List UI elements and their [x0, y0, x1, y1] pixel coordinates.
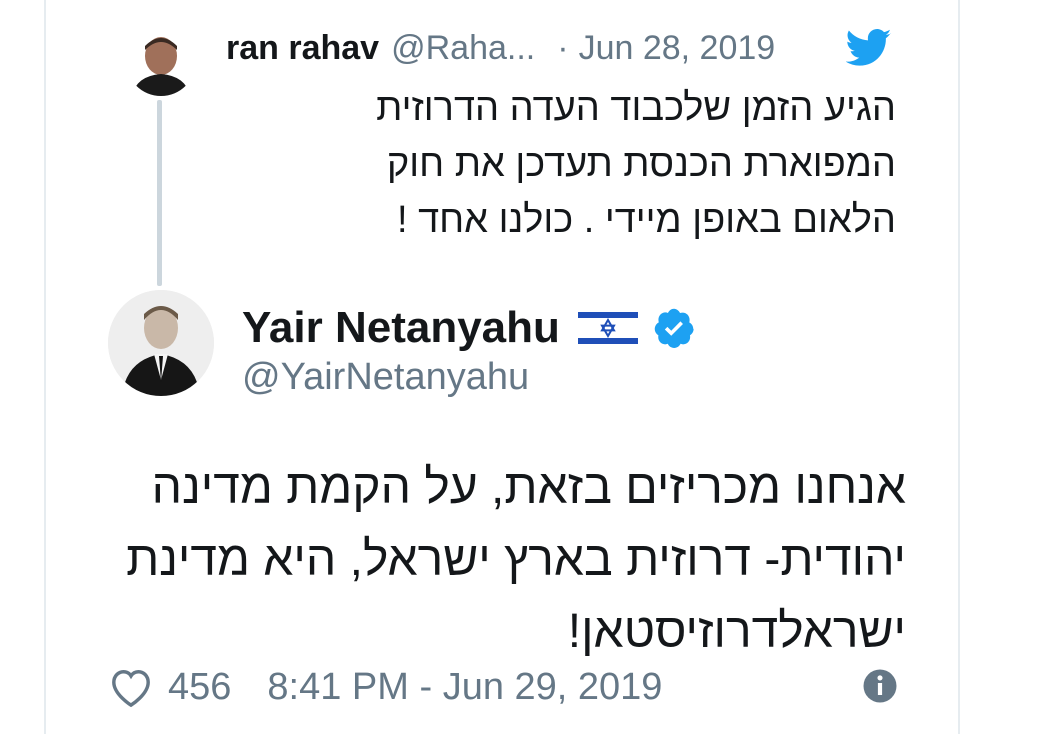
verified-badge-icon: [654, 308, 694, 348]
parent-tweet-text: הגיע הזמן שלכבוד העדה הדרוזית המפוארת הכ…: [226, 80, 896, 248]
heart-icon[interactable]: [108, 666, 154, 708]
tweet-timestamp[interactable]: 8:41 PM - Jun 29, 2019: [267, 666, 662, 709]
parent-text-line: הלאום באופן מיידי . כולנו אחד !: [396, 199, 896, 241]
parent-text-line: הגיע הזמן שלכבוד העדה הדרוזית: [376, 87, 896, 129]
main-author-row: Yair Netanyahu: [242, 300, 696, 356]
main-author-name[interactable]: Yair Netanyahu: [242, 303, 560, 353]
twitter-bird-icon[interactable]: [846, 28, 892, 68]
parent-tweet-header: ran rahav @Raha... · Jun 28, 2019: [226, 26, 775, 70]
parent-text-line: המפוארת הכנסת תעדכן את חוק: [386, 143, 896, 185]
main-text-line: אנחנו מכריזים בזאת, על הקמת מדינה: [151, 461, 906, 514]
tweet-footer: 456 8:41 PM - Jun 29, 2019: [108, 662, 898, 712]
parent-tweet-date[interactable]: Jun 28, 2019: [579, 29, 776, 68]
main-text-line: ישראלדרוזיסטאן!: [567, 605, 906, 658]
main-author-handle[interactable]: @YairNetanyahu: [242, 356, 529, 399]
thread-connector-line: [157, 100, 162, 286]
main-text-line: יהודית- דרוזית בארץ ישראל, היא מדינת: [126, 533, 906, 586]
parent-author-handle[interactable]: @Raha...: [391, 29, 535, 68]
info-icon[interactable]: [862, 668, 898, 704]
main-avatar[interactable]: [108, 290, 214, 396]
like-count[interactable]: 456: [168, 666, 231, 709]
separator-dot: ·: [557, 28, 569, 67]
main-tweet-text: אנחנו מכריזים בזאת, על הקמת מדינה יהודית…: [100, 452, 906, 668]
parent-avatar[interactable]: [126, 26, 196, 96]
israel-flag-icon: [577, 308, 638, 348]
parent-author-name[interactable]: ran rahav: [226, 29, 379, 68]
